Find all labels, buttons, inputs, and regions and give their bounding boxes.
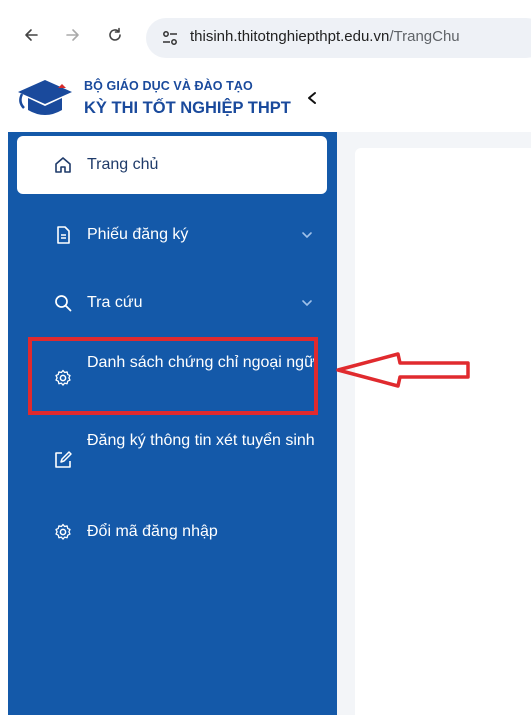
sidebar-item-registration-form[interactable]: Phiếu đăng ký <box>17 204 327 266</box>
app-header: BỘ GIÁO DỤC VÀ ĐÀO TẠO KỲ THI TỐT NGHIỆP… <box>0 64 337 130</box>
annotation-arrow-icon <box>334 350 474 395</box>
main-content-panel <box>355 148 531 715</box>
sidebar-item-admission-registration[interactable]: Đăng ký thông tin xét tuyển sinh <box>17 422 327 498</box>
url-path: /TrangChu <box>389 28 460 45</box>
gear-icon <box>53 522 73 542</box>
home-icon <box>53 155 73 175</box>
sidebar-item-home[interactable]: Trang chủ <box>17 136 327 194</box>
sidebar-item-label: Trang chủ <box>87 156 159 173</box>
chevron-down-icon <box>300 228 314 242</box>
tune-icon <box>163 31 177 45</box>
sidebar-item-change-login-code[interactable]: Đổi mã đăng nhập <box>17 508 327 556</box>
sidebar-item-label: Tra cứu <box>87 294 143 311</box>
sidebar: Trang chủ Phiếu đăng ký Tra cứu Danh sác… <box>8 132 337 715</box>
reload-button[interactable] <box>104 24 126 46</box>
sidebar-item-label: Đăng ký thông tin xét tuyển sinh <box>87 432 315 449</box>
edit-icon <box>53 450 73 470</box>
exam-name: KỲ THI TỐT NGHIỆP THPT <box>84 99 291 117</box>
org-name: BỘ GIÁO DỤC VÀ ĐÀO TẠO <box>84 79 253 93</box>
url-host: thisinh.thitotnghiepthpt.edu.vn <box>190 28 390 45</box>
reload-icon <box>109 27 121 41</box>
chevron-left-icon <box>308 92 316 104</box>
document-icon <box>53 225 73 245</box>
chevron-down-icon <box>300 296 314 310</box>
arrow-right-icon <box>66 29 79 41</box>
search-icon <box>53 293 73 313</box>
arrow-left-icon <box>25 29 38 41</box>
graduation-cap-logo <box>14 76 76 125</box>
sidebar-item-label: Đổi mã đăng nhập <box>87 523 218 540</box>
annotation-highlight-box <box>28 337 318 415</box>
url-text[interactable]: thisinh.thitotnghiepthpt.edu.vn/TrangChu <box>190 28 460 45</box>
sidebar-item-label: Phiếu đăng ký <box>87 226 189 243</box>
forward-button[interactable] <box>62 24 84 46</box>
sidebar-collapse-button[interactable] <box>302 88 322 108</box>
sidebar-item-lookup[interactable]: Tra cứu <box>17 272 327 334</box>
back-button[interactable] <box>20 24 42 46</box>
site-info-button[interactable] <box>156 24 184 52</box>
